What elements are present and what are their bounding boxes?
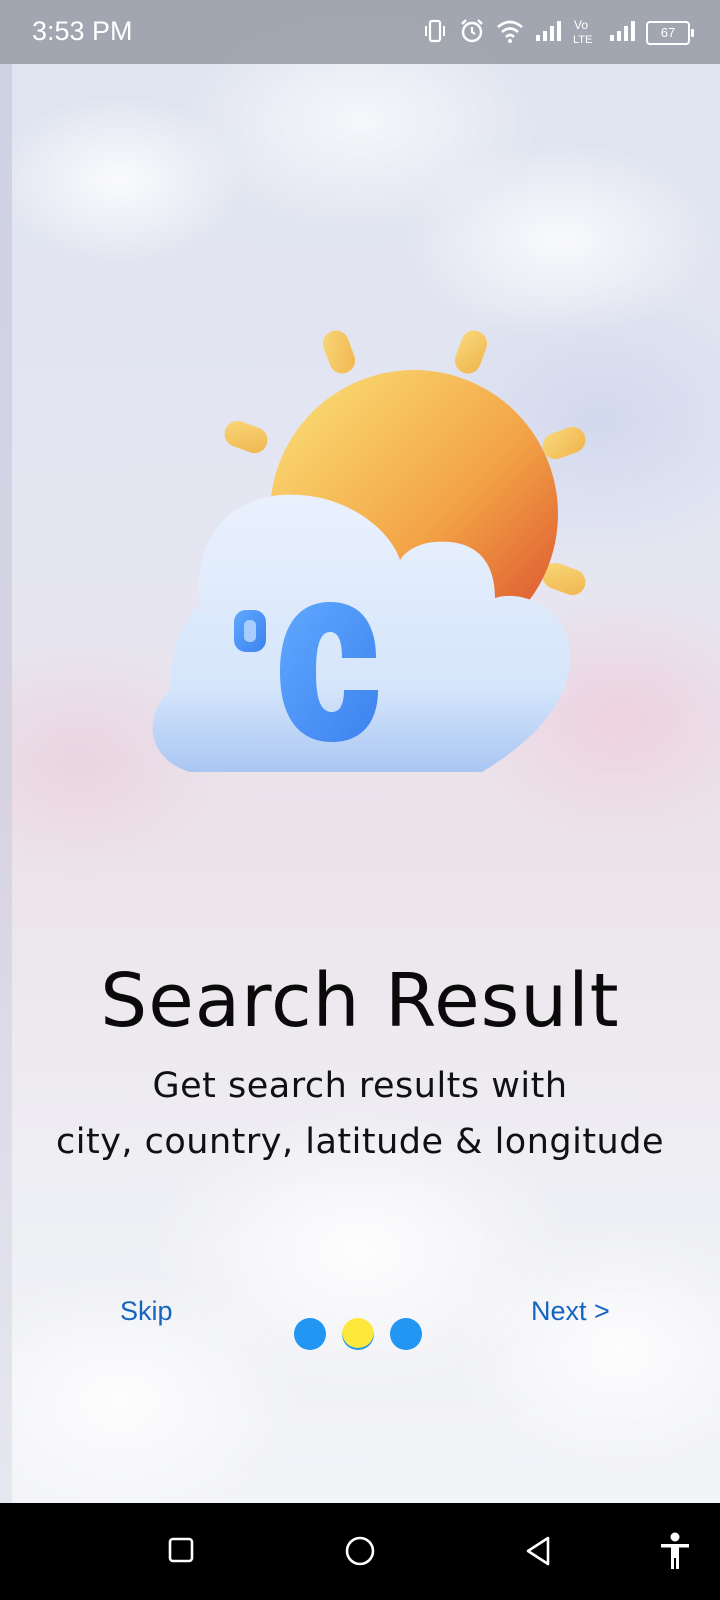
status-bar: 3:53 PM Vo LTE 67 — [0, 0, 720, 64]
battery-icon: 67 — [646, 21, 694, 45]
status-icons: Vo LTE 67 — [422, 17, 694, 49]
edge-strip — [0, 64, 12, 1503]
skip-button[interactable]: Skip — [120, 1296, 173, 1327]
volte-icon: Vo LTE — [572, 17, 598, 49]
back-button[interactable] — [524, 1535, 554, 1571]
page-dot-active[interactable] — [342, 1318, 374, 1350]
page-dot[interactable] — [390, 1318, 422, 1350]
navigation-bar — [0, 1503, 720, 1600]
page-title: Search Result — [100, 958, 620, 1044]
sun-cloud-celsius-icon — [130, 320, 610, 800]
accessibility-button[interactable] — [658, 1531, 692, 1575]
alarm-icon — [458, 17, 486, 49]
page-indicator — [294, 1318, 422, 1350]
svg-text:Vo: Vo — [574, 18, 588, 32]
subtitle-line-2: city, country, latitude & longitude — [56, 1122, 664, 1162]
signal-icon — [608, 19, 636, 47]
home-button[interactable] — [344, 1535, 376, 1571]
recents-button[interactable] — [166, 1535, 196, 1569]
next-button[interactable]: Next > — [531, 1296, 610, 1327]
page-dot[interactable] — [294, 1318, 326, 1350]
page-subtitle: Get search results with city, country, l… — [0, 1058, 720, 1170]
signal-icon — [534, 19, 562, 47]
vibrate-icon — [422, 18, 448, 48]
wifi-icon — [496, 18, 524, 48]
status-time: 3:53 PM — [32, 16, 133, 46]
svg-text:LTE: LTE — [573, 34, 592, 45]
subtitle-line-1: Get search results with — [152, 1066, 568, 1106]
